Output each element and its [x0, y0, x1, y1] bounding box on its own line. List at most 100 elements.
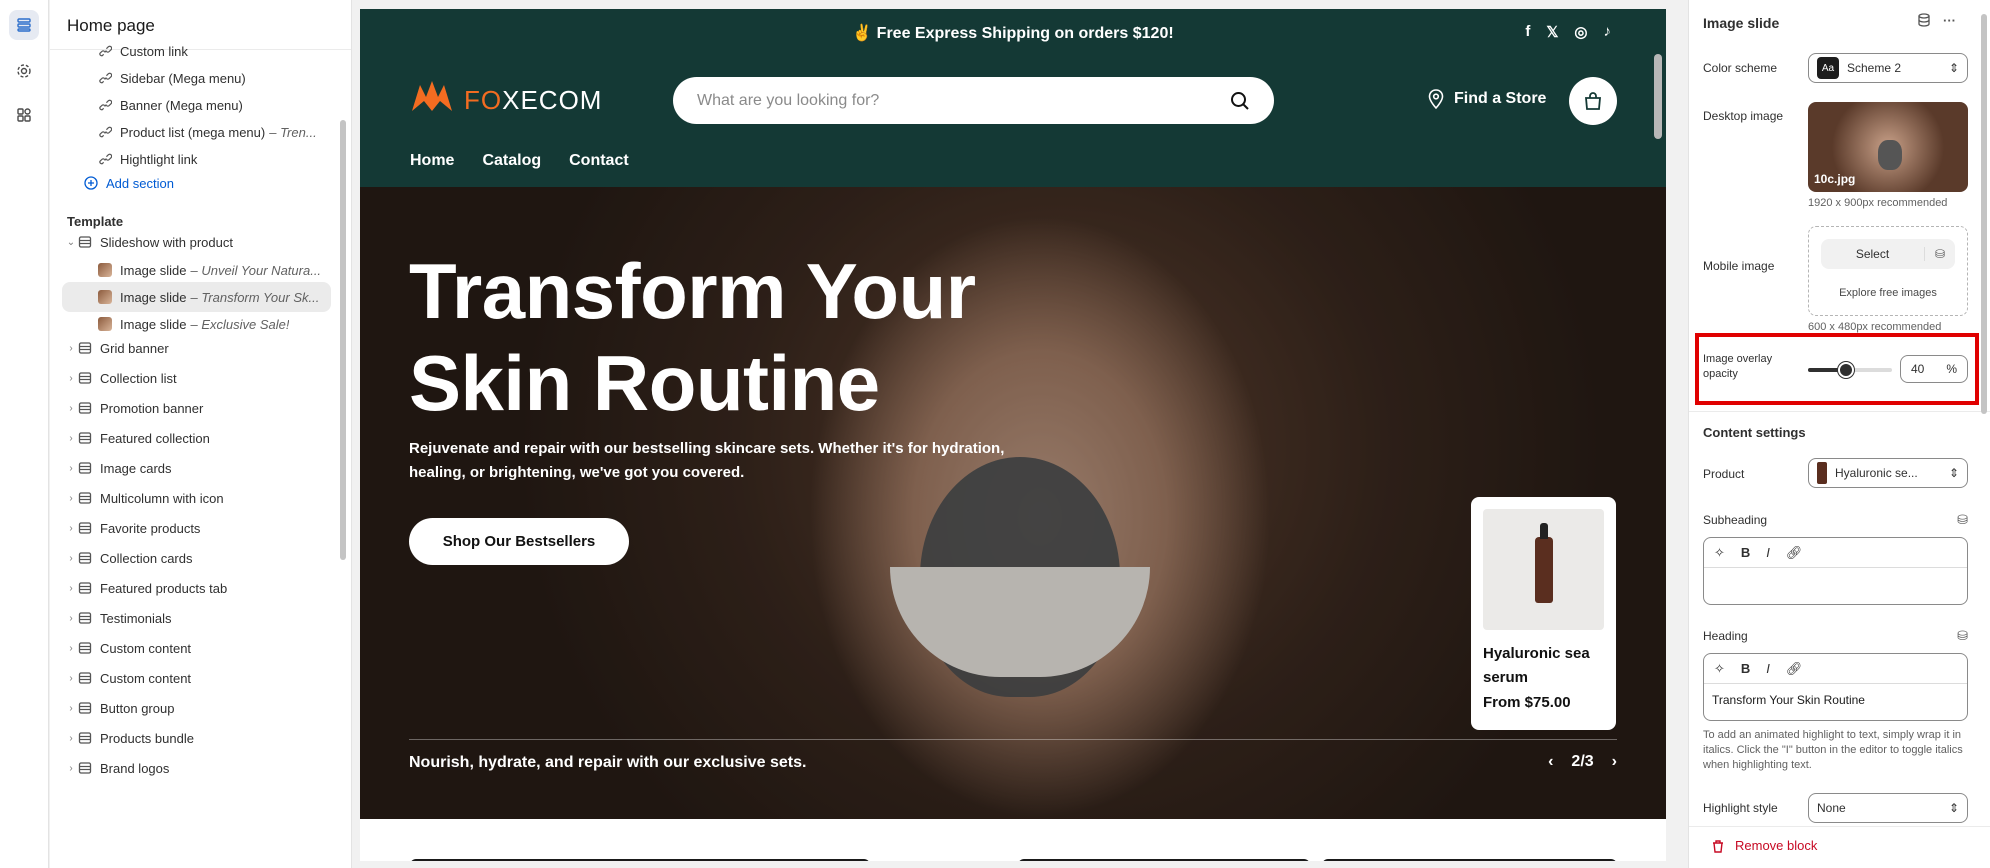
tree-link-item[interactable]: Product list (mega menu) – Tren... [50, 117, 339, 147]
tree-section-slideshow[interactable]: ⌄ Slideshow with product [50, 227, 339, 257]
link-icon[interactable]: 🔗︎ [1786, 661, 1803, 677]
italic-button[interactable]: I [1766, 545, 1770, 560]
chevron-icon[interactable]: › [64, 673, 78, 684]
find-store-link[interactable]: Find a Store [1428, 89, 1546, 109]
tree-section-item[interactable]: › Featured collection [50, 423, 339, 453]
search-icon[interactable] [1230, 91, 1250, 111]
tiktok-icon[interactable]: ♪ [1604, 23, 1612, 41]
site-header: F O XECOM What are you looking for? Find a… [360, 56, 1666, 187]
tree-link-item[interactable]: Banner (Mega menu) [50, 90, 339, 120]
tree-slide-item[interactable]: Image slide – Transform Your Sk... [62, 282, 331, 312]
apps-icon[interactable] [9, 100, 39, 130]
tree-link-item[interactable]: Custom link [50, 36, 339, 66]
cart-button[interactable] [1569, 77, 1617, 125]
remove-block-button[interactable]: Remove block [1711, 838, 1817, 853]
mobile-image-label: Mobile image [1703, 259, 1775, 273]
mobile-image-dropzone[interactable]: Select ⛁ Explore free images [1808, 226, 1968, 316]
desktop-image-hint: 1920 x 900px recommended [1808, 197, 1948, 209]
tree-item-label: Collection cards [100, 550, 193, 566]
chevron-icon[interactable]: › [64, 463, 78, 474]
tree-section-item[interactable]: › Products bundle [50, 723, 339, 753]
explore-free-images-link[interactable]: Explore free images [1809, 287, 1967, 299]
slide-pager: ‹ 2/3 › [1548, 753, 1617, 771]
sections-icon[interactable] [9, 10, 39, 40]
database-icon[interactable]: ⛁ [1957, 628, 1968, 644]
chevron-icon[interactable]: › [64, 403, 78, 414]
chevron-icon[interactable]: › [64, 763, 78, 774]
bold-button[interactable]: B [1741, 545, 1750, 560]
chevron-icon[interactable]: › [64, 433, 78, 444]
sparkle-icon[interactable]: ✧ [1714, 545, 1725, 561]
product-name: Hyaluronic sea serum [1483, 645, 1590, 686]
search-input[interactable]: What are you looking for? [673, 77, 1274, 124]
subheading-text[interactable] [1704, 568, 1967, 586]
instagram-icon[interactable]: ◎ [1574, 23, 1587, 41]
subheading-toolbar: ✧ B I 🔗︎ [1704, 538, 1967, 568]
database-icon[interactable] [1917, 13, 1931, 30]
nav-contact[interactable]: Contact [569, 152, 629, 170]
facebook-icon[interactable]: f [1525, 23, 1530, 41]
tree-section-item[interactable]: › Collection cards [50, 543, 339, 573]
color-scheme-label: Color scheme [1703, 61, 1778, 75]
product-value: Hyaluronic se... [1835, 466, 1918, 480]
tree-section-item[interactable]: › Image cards [50, 453, 339, 483]
tree-section-item[interactable]: › Testimonials [50, 603, 339, 633]
chevron-icon[interactable]: › [64, 733, 78, 744]
x-icon[interactable]: 𝕏 [1546, 23, 1558, 41]
tree-section-item[interactable]: › Collection list [50, 363, 339, 393]
heading-text[interactable]: Transform Your Skin Routine [1704, 684, 1967, 716]
main-nav: Home Catalog Contact [410, 152, 629, 170]
chevron-icon[interactable]: › [64, 583, 78, 594]
chevron-icon[interactable]: › [64, 343, 78, 354]
nav-home[interactable]: Home [410, 152, 454, 170]
tree-item-label: Slideshow with product [100, 234, 233, 250]
highlight-style-select[interactable]: None ⇕ [1808, 793, 1968, 823]
shop-bestsellers-button[interactable]: Shop Our Bestsellers [409, 518, 629, 565]
tree-link-item[interactable]: Sidebar (Mega menu) [50, 63, 339, 93]
chevron-icon[interactable]: › [64, 493, 78, 504]
color-scheme-select[interactable]: Aa Scheme 2 ⇕ [1808, 53, 1968, 83]
product-card[interactable]: Hyaluronic sea serum From $75.00 [1471, 497, 1616, 730]
tree-section-item[interactable]: › Button group [50, 693, 339, 723]
tree-section-item[interactable]: › Custom content [50, 663, 339, 693]
select-arrows-icon: ⇕ [1948, 801, 1959, 815]
chevron-icon[interactable]: › [64, 523, 78, 534]
database-icon[interactable]: ⛁ [1925, 247, 1955, 261]
tree-section-item[interactable]: › Promotion banner [50, 393, 339, 423]
desktop-image-thumbnail[interactable]: 10c.jpg [1808, 102, 1968, 192]
heading-editor[interactable]: ✧ B I 🔗︎ Transform Your Skin Routine [1703, 653, 1968, 721]
tree-section-item[interactable]: › Grid banner [50, 333, 339, 363]
mobile-select-button[interactable]: Select [1821, 247, 1925, 261]
chevron-icon[interactable]: › [64, 703, 78, 714]
chevron-icon[interactable]: › [64, 553, 78, 564]
tree-slide-item[interactable]: Image slide – Unveil Your Natura... [50, 255, 339, 285]
prev-slide-icon[interactable]: ‹ [1548, 753, 1553, 771]
preview-scrollbar[interactable] [1654, 54, 1662, 139]
add-section-button[interactable]: Add section [50, 168, 339, 198]
tree-section-item[interactable]: › Featured products tab [50, 573, 339, 603]
left-scrollbar[interactable] [340, 120, 346, 560]
more-icon[interactable]: ··· [1943, 13, 1956, 30]
link-icon[interactable]: 🔗︎ [1786, 545, 1803, 561]
sparkle-icon[interactable]: ✧ [1714, 661, 1725, 677]
tree-section-item[interactable]: › Brand logos [50, 753, 339, 783]
hero-slideshow: Transform Your Skin Routine Rejuvenate a… [360, 187, 1666, 819]
bold-button[interactable]: B [1741, 661, 1750, 676]
subheading-editor[interactable]: ✧ B I 🔗︎ [1703, 537, 1968, 605]
next-slide-icon[interactable]: › [1612, 753, 1617, 771]
tree-section-item[interactable]: › Favorite products [50, 513, 339, 543]
store-logo[interactable]: F O XECOM [410, 79, 602, 121]
chevron-icon[interactable]: › [64, 373, 78, 384]
tree-section-item[interactable]: › Custom content [50, 633, 339, 663]
chevron-icon[interactable]: ⌄ [64, 237, 78, 248]
nav-catalog[interactable]: Catalog [482, 152, 541, 170]
product-picker[interactable]: Hyaluronic se... ⇕ [1808, 458, 1968, 488]
italic-button[interactable]: I [1766, 661, 1770, 676]
right-scrollbar[interactable] [1981, 14, 1987, 414]
tree-section-item[interactable]: › Multicolumn with icon [50, 483, 339, 513]
database-icon[interactable]: ⛁ [1957, 512, 1968, 528]
chevron-icon[interactable]: › [64, 613, 78, 624]
block-title: Image slide [1703, 15, 1780, 31]
settings-gear-icon[interactable] [9, 56, 39, 86]
chevron-icon[interactable]: › [64, 643, 78, 654]
